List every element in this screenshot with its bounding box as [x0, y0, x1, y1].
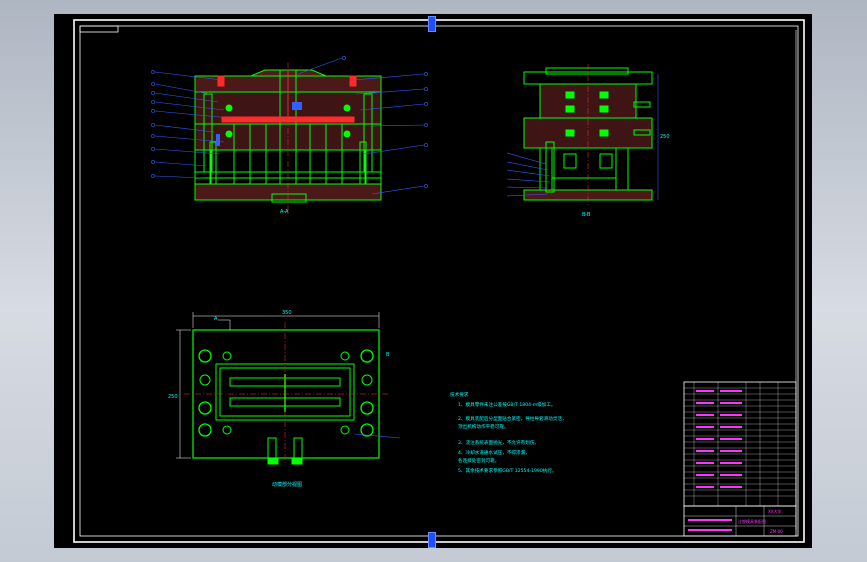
- plan-view-leader: [353, 433, 401, 439]
- title-block[interactable]: XX大学 注塑模具装配图 ZM-00: [683, 505, 797, 537]
- tech-note-line: 1、模具零件未注公差按GB/T 1804-m级加工。: [458, 401, 556, 408]
- side-view-dim-right: 250: [660, 134, 670, 140]
- bill-of-materials[interactable]: [683, 381, 797, 507]
- main-section-view[interactable]: [194, 62, 382, 214]
- title-block-school: XX大学: [768, 508, 781, 514]
- plan-view[interactable]: [192, 329, 380, 465]
- inner-frame: [79, 25, 799, 537]
- plan-view-centerlines: [184, 322, 388, 466]
- technical-notes: 技术要求 1、模具零件未注公差按GB/T 1804-m级加工。 2、模具装配后分…: [450, 391, 567, 474]
- plan-view-marker-b: B: [386, 352, 390, 358]
- outer-frame: [73, 19, 805, 543]
- tech-note-line: 2、模具装配后分型面贴合紧密，导柱导套滑动灵活，: [458, 415, 567, 422]
- cad-viewport[interactable]: A-A 250 B-B 350 250 A B 动模部分视图 技术要求 1、模具…: [54, 14, 812, 548]
- title-block-drawing-no: ZM-00: [770, 529, 783, 534]
- main-view-caption: A-A: [280, 209, 289, 215]
- bottom-grip-handle[interactable]: [428, 532, 436, 548]
- tech-note-line: 各连接处密封可靠。: [458, 457, 499, 464]
- tech-notes-heading: 技术要求: [450, 391, 469, 398]
- top-grip-handle[interactable]: [428, 16, 436, 32]
- side-section-view[interactable]: [523, 64, 659, 206]
- plan-view-marker-a: A: [214, 316, 218, 322]
- tech-note-line: 3、浇注系统表面抛光，不允许有划伤。: [458, 439, 539, 446]
- plan-view-caption: 动模部分视图: [272, 481, 302, 488]
- title-block-drawing-name: 注塑模具装配图: [738, 518, 766, 524]
- plan-view-dim-left: 250: [168, 394, 178, 400]
- side-view-caption: B-B: [582, 212, 591, 218]
- tech-note-line: 4、冷却水道通水试压，不得渗漏，: [458, 449, 530, 456]
- corner-label-box: [79, 25, 119, 33]
- cad-drawing-sheet: A-A 250 B-B 350 250 A B 动模部分视图 技术要求 1、模具…: [73, 19, 805, 543]
- tech-note-line: 顶出机构动作平稳可靠。: [458, 423, 509, 430]
- tech-note-line: 5、其余技术要求参照GB/T 12554-1990执行。: [458, 467, 557, 474]
- plan-view-dim-top: 350: [282, 310, 292, 316]
